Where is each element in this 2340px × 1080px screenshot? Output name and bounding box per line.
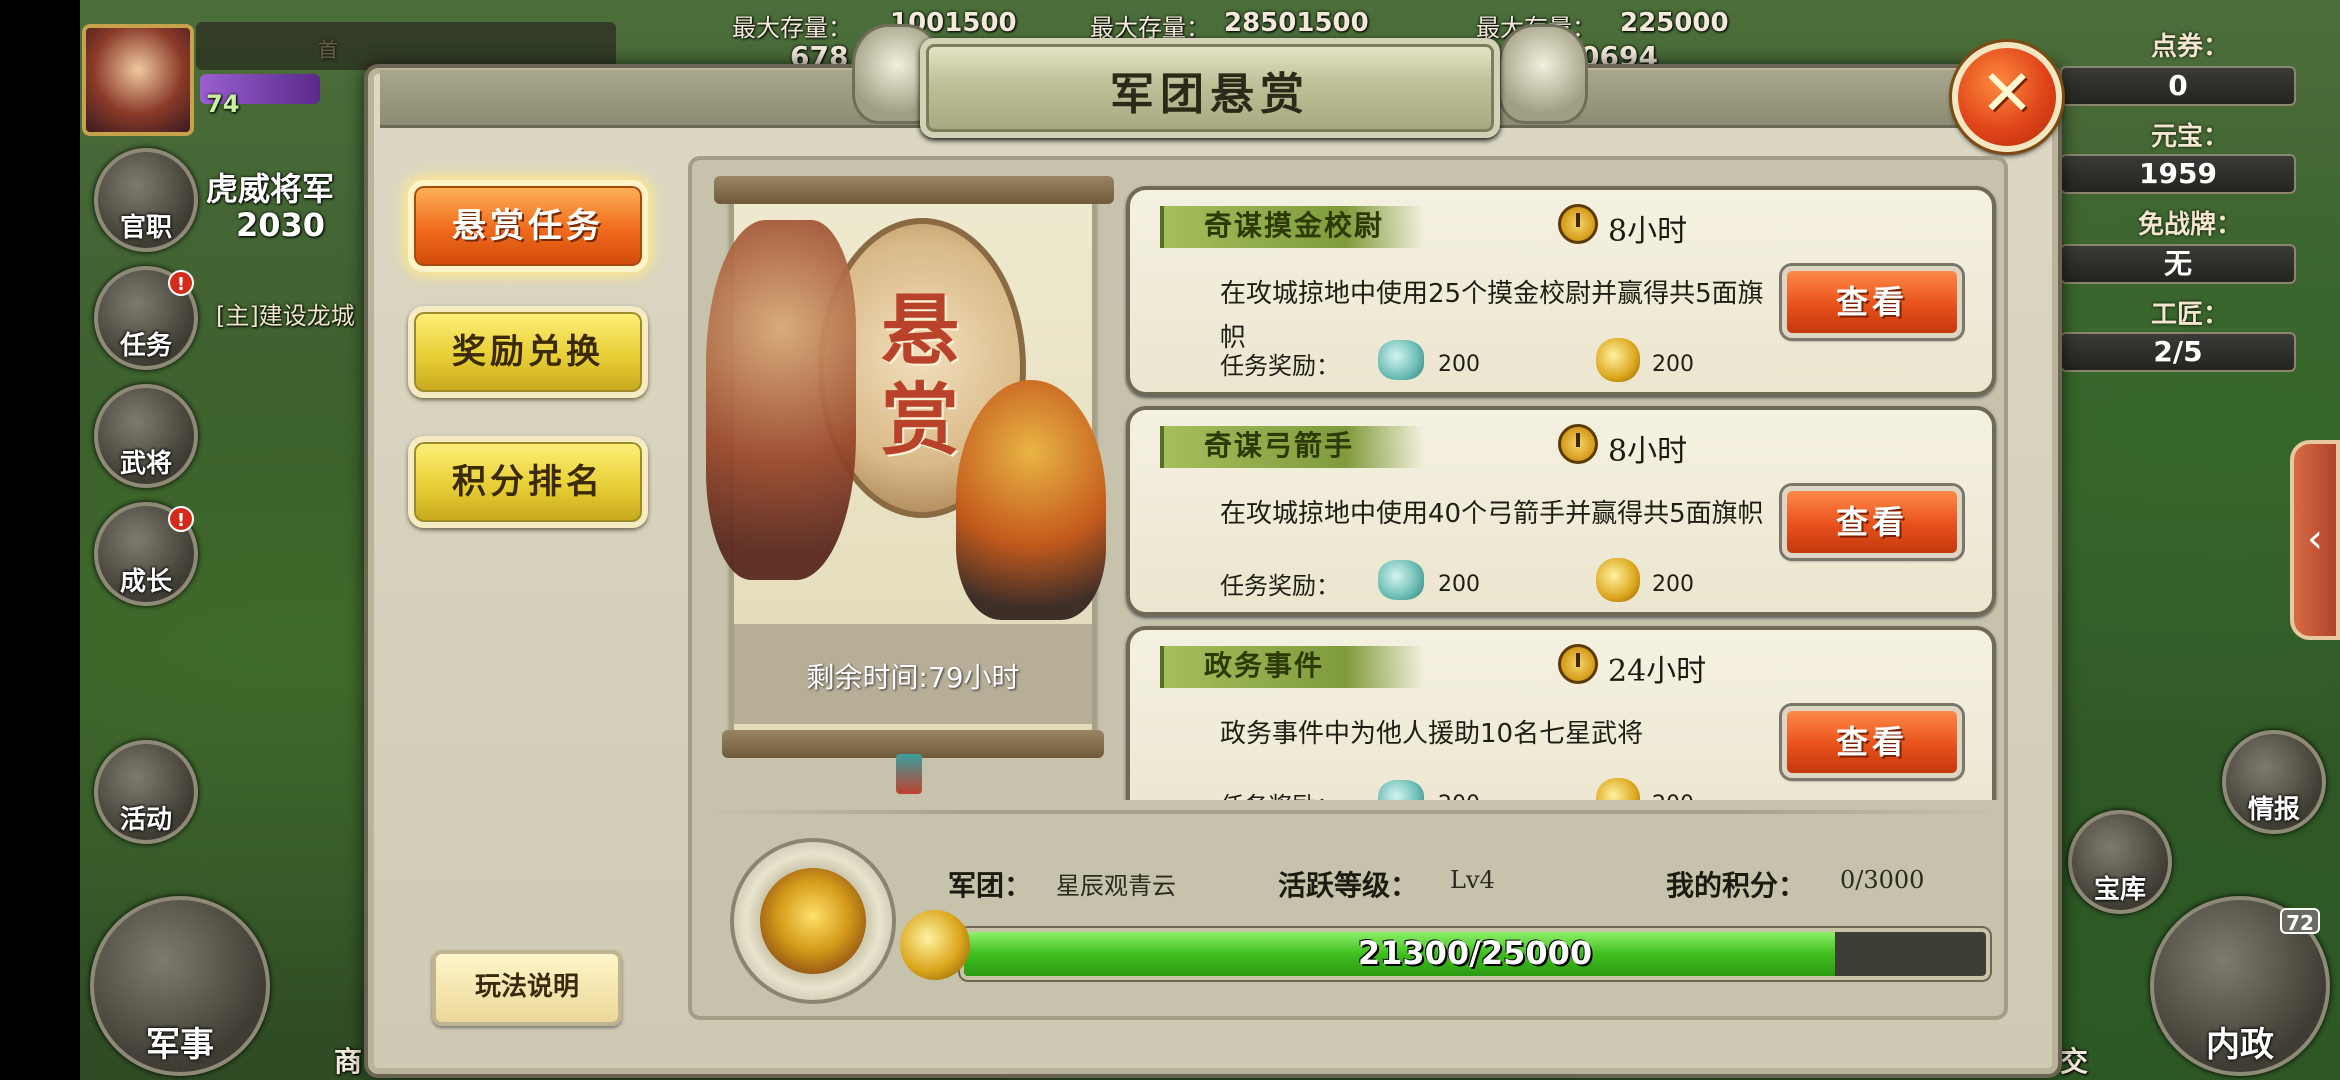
side-drawer-tab[interactable]: ‹ [2290,440,2340,640]
quest-label: 任务 [119,331,172,361]
reward-label: 任务奖励： [1220,352,1340,380]
yuanbao-value: 1959 [2060,154,2296,194]
warrior-illustration [706,220,856,580]
remaining-time: 剩余时间:79小时 [806,661,1020,694]
task-card: 奇谋弓箭手 8小时 在攻城掠地中使用40个弓箭手并赢得共5面旗帜 任务奖励： 2… [1126,406,1996,616]
player-avatar[interactable] [82,24,194,136]
internal-affairs-button[interactable]: 72 内政 [2150,896,2330,1076]
tab-points-ranking[interactable]: 积分排名 [408,436,648,528]
quest-alert-badge: ! [168,270,194,296]
dragon-emblem-icon [760,868,866,974]
player-title: 虎威将军 [206,170,335,208]
task-duration: 24小时 [1608,654,1707,689]
storage-value-2: 28501500 [1224,8,1369,38]
clock-icon [1558,644,1598,684]
dialog-title: 军团悬赏 [1110,69,1310,120]
lion-ornament-right [1498,24,1588,124]
reward-value-jade: 200 [1438,572,1480,597]
rules-help-button[interactable]: 玩法说明 [432,950,622,1026]
task-card: 奇谋摸金校尉 8小时 在攻城掠地中使用25个摸金校尉并赢得共5面旗帜 任务奖励：… [1126,186,1996,396]
points-label: 我的积分： [1666,869,1807,902]
treasury-button[interactable]: 宝库 [2068,810,2172,914]
reward-value-gold: 200 [1652,352,1694,377]
player-level: 74 [206,90,240,118]
task-name: 奇谋弓箭手 [1160,426,1424,468]
clock-icon [1558,424,1598,464]
craftsman-label: 工匠： [2150,300,2229,330]
activity-label: 活跃等级： [1278,869,1419,902]
growth-alert-badge: ! [168,506,194,532]
official-button[interactable]: 官职 [94,148,198,252]
jade-icon [1378,780,1424,800]
task-description: 政务事件中为他人援助10名七星武将 [1220,719,1644,749]
legion-name: 星辰观青云 [1056,872,1176,900]
gold-dragon-icon [1596,778,1640,800]
military-label: 军事 [146,1025,214,1065]
task-list[interactable]: 奇谋摸金校尉 8小时 在攻城掠地中使用25个摸金校尉并赢得共5面旗帜 任务奖励：… [1122,180,2002,800]
intel-button[interactable]: 情报 [2222,730,2326,834]
reward-value-gold: 200 [1652,792,1694,800]
legion-progress-text: 21300/25000 [1357,934,1593,972]
player-power: 2030 [236,206,326,244]
general-label: 武将 [119,449,172,479]
task-card: 政务事件 24小时 政务事件中为他人援助10名七星武将 任务奖励： 200 20… [1126,626,1996,800]
coupon-value: 0 [2060,66,2296,106]
intel-label: 情报 [2247,795,2300,825]
growth-label: 成长 [119,567,172,597]
event-button[interactable]: 活动 [94,740,198,844]
reward-value-gold: 200 [1652,572,1694,597]
tab-bounty-tasks[interactable]: 悬赏任务 [408,180,648,272]
reward-value-jade: 200 [1438,352,1480,377]
internal-affairs-badge: 72 [2280,908,2320,935]
quest-button[interactable]: ! 任务 [94,266,198,370]
treasury-label: 宝库 [2093,875,2146,905]
task-name: 政务事件 [1160,646,1424,688]
coupon-label: 点券： [2150,32,2229,62]
storage-label-1: 最大存量： [732,14,852,42]
section-divider [708,810,1998,814]
official-label: 官职 [119,213,172,243]
event-label: 活动 [119,805,172,835]
poster-title: 悬 赏 [880,286,960,466]
truce-label: 免战牌： [2137,210,2242,240]
storage-value-3: 225000 [1620,8,1729,38]
truce-value: 无 [2060,244,2296,284]
yuanbao-label: 元宝： [2150,122,2229,152]
legion-label: 军团： [948,869,1033,902]
clock-icon [1558,204,1598,244]
task-duration: 8小时 [1608,214,1688,249]
poster-char-2: 赏 [880,375,959,466]
commerce-label[interactable]: 商 [334,1040,362,1080]
points-value: 0/3000 [1840,866,1925,894]
tab-reward-exchange[interactable]: 奖励兑换 [408,306,648,398]
internal-affairs-label: 内政 [2206,1025,2274,1065]
gold-dragon-icon [1596,338,1640,382]
task-description: 在攻城掠地中使用40个弓箭手并赢得共5面旗帜 [1220,499,1764,529]
reward-label: 任务奖励： [1220,786,1340,800]
jade-icon [1378,560,1424,600]
view-task-button[interactable]: 查看 [1782,486,1962,558]
poster-top-rod [714,176,1114,204]
task-name: 奇谋摸金校尉 [1160,206,1424,248]
general-button[interactable]: 武将 [94,384,198,488]
poster-char-1: 悬 [880,285,959,376]
diplomacy-label[interactable]: 交 [2060,1040,2088,1080]
chat-line[interactable]: [主]建设龙城 [216,296,355,331]
gold-dragon-icon [1596,558,1640,602]
reward-label: 任务奖励： [1220,572,1340,600]
close-button[interactable]: ✕ [1952,42,2062,152]
activity-level: Lv4 [1450,866,1495,894]
view-task-button[interactable]: 查看 [1782,266,1962,338]
military-button[interactable]: 军事 [90,896,270,1076]
view-task-button[interactable]: 查看 [1782,706,1962,778]
poster-tassel [896,754,922,794]
close-icon: ✕ [1980,57,2034,131]
soldier-illustration [956,380,1106,620]
task-duration: 8小时 [1608,434,1688,469]
jade-icon [1378,340,1424,380]
growth-button[interactable]: ! 成长 [94,502,198,606]
craftsman-value: 2/5 [2060,332,2296,372]
top-bar-left [196,22,616,70]
reward-value-jade: 200 [1438,792,1480,800]
